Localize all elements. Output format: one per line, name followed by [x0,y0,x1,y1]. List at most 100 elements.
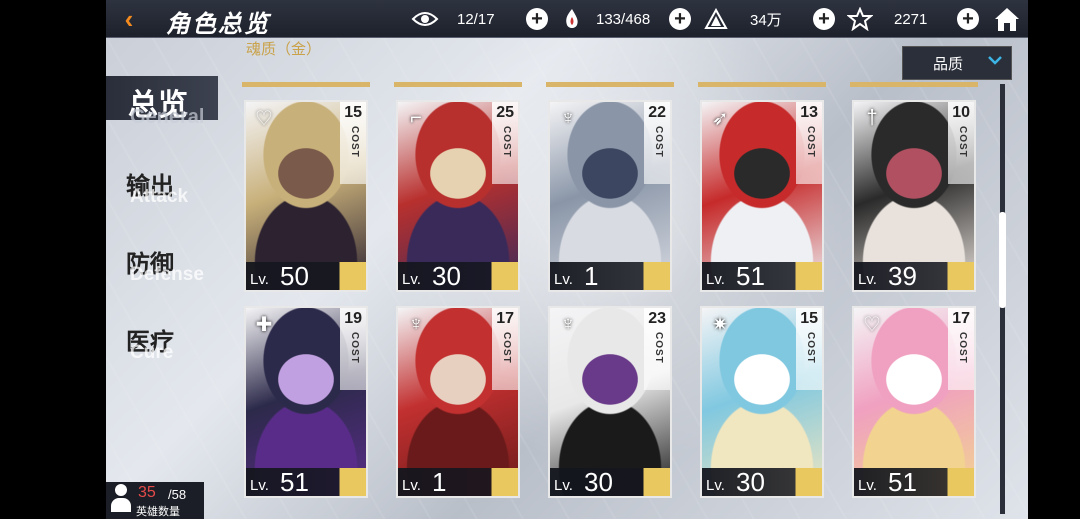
character-card[interactable]: 17 COST ♆ Lv. 1 [396,306,520,498]
horned-shield-icon: ♆ [560,106,576,129]
bow-icon: ➶ [711,107,729,130]
fire-hand-icon [558,5,586,33]
card-strip [698,82,826,87]
level-prefix: Lv. [402,271,421,288]
card-strip [850,82,978,87]
cost-value: 17 [496,310,514,327]
card-strip [394,82,522,87]
character-card[interactable]: 13 COST ➶ Lv. 51 [700,100,824,292]
cost-value: 23 [648,310,666,327]
category-general[interactable]: 总览 General [106,76,218,128]
resource-value: 34万 [750,11,782,29]
page-title: 角色总览 [166,11,270,38]
sword-icon: † [866,106,878,129]
level-prefix: Lv. [706,271,725,288]
cost-value: 15 [344,104,362,121]
cost-label: COST [501,126,512,158]
cost-value: 22 [648,104,666,121]
level-value: 39 [888,261,917,291]
heart-wing-icon: ♡ [255,107,273,130]
character-card[interactable]: 19 COST ✚ Lv. 51 [244,306,368,498]
level-value: 30 [736,467,765,497]
resource-star: 2271 [846,0,927,38]
add-resource-button[interactable]: + [813,8,835,30]
cost-label: COST [957,126,968,158]
cost-label: COST [653,126,664,158]
home-icon[interactable] [992,4,1022,34]
cost-value: 25 [496,104,514,121]
star-shard-icon [846,5,874,33]
category-en-label: Attack [130,186,189,207]
cost-label: COST [349,126,360,158]
level-value: 50 [280,261,309,291]
cross-shield-icon: ✚ [255,313,273,336]
hero-avatar-icon [110,484,132,514]
quality-filter-dropdown[interactable]: 品质 [902,46,1012,80]
level-value: 1 [584,261,599,291]
resource-eye: 12/17 [411,0,495,38]
resource-value: 133/468 [596,10,651,28]
category-cure[interactable]: 医疗 Cure [126,322,174,363]
level-prefix: Lv. [554,271,573,288]
chevron-down-icon [987,53,1003,71]
quality-filter-label: 品质 [933,55,964,73]
scrollbar-thumb[interactable] [999,212,1006,308]
level-value: 1 [432,467,447,497]
heart-wing-icon: ♡ [863,313,881,336]
pistol-icon: ⌐ [410,106,422,129]
scrollbar[interactable] [999,84,1006,514]
character-card[interactable]: 17 COST ♡ Lv. 51 [852,306,976,498]
cost-value: 13 [800,104,818,121]
level-value: 30 [584,467,613,497]
resource-value: 2271 [894,10,928,28]
level-value: 51 [736,261,765,291]
character-card[interactable]: 15 COST ✷ Lv. 30 [700,306,824,498]
cost-label: COST [805,332,816,364]
category-defense[interactable]: 防御 Defense [126,244,204,285]
cost-label: COST [349,332,360,364]
character-card[interactable]: 15 COST ♡ Lv. 50 [244,100,368,292]
character-card[interactable]: 22 COST ♆ Lv. 1 [548,100,672,292]
cost-value: 17 [952,310,970,327]
roster-screen: ‹ 角色总览 12/17 + 133/468 + 34万 + 2271 + 魂质… [106,0,1028,519]
add-resource-button[interactable]: + [526,8,548,30]
back-arrow-icon[interactable]: ‹ [114,4,144,34]
level-value: 30 [432,261,461,291]
category-en-label: Defense [130,264,204,285]
resource-crystal: 34万 [702,0,782,38]
character-card[interactable]: 23 COST ♆ Lv. 30 [548,306,672,498]
card-strip [242,82,370,87]
cost-value: 15 [800,310,818,327]
card-strip [546,82,674,87]
category-en-label: Cure [130,342,174,363]
level-prefix: Lv. [706,477,725,494]
level-value: 51 [280,467,309,497]
add-resource-button[interactable]: + [669,8,691,30]
cost-label: COST [653,332,664,364]
trident-wing-icon: ♆ [408,312,424,335]
flower-star-icon: ✷ [711,313,729,336]
quality-subtitle: 魂质（金） [246,41,322,58]
hero-count-panel: 35 /58 英雄数量 [106,482,204,519]
hero-count-max: /58 [168,487,187,502]
cost-value: 19 [344,310,362,327]
character-card[interactable]: 10 COST † Lv. 39 [852,100,976,292]
resource-stamina: 133/468 [558,0,650,38]
hero-count-current: 35 [138,484,156,501]
resource-value: 12/17 [457,10,495,28]
cost-label: COST [501,332,512,364]
character-card[interactable]: 25 COST ⌐ Lv. 30 [396,100,520,292]
level-prefix: Lv. [554,477,573,494]
eye-icon [411,5,439,33]
cost-label: COST [805,126,816,158]
cost-value: 10 [952,104,970,121]
add-resource-button[interactable]: + [957,8,979,30]
hero-count-label: 英雄数量 [136,506,180,518]
top-bar: ‹ 角色总览 12/17 + 133/468 + 34万 + 2271 + [106,0,1028,38]
level-prefix: Lv. [402,477,421,494]
cost-label: COST [957,332,968,364]
triangle-crystal-icon [702,5,730,33]
level-prefix: Lv. [858,271,877,288]
category-attack[interactable]: 输出 Attack [126,166,188,207]
level-prefix: Lv. [250,477,269,494]
